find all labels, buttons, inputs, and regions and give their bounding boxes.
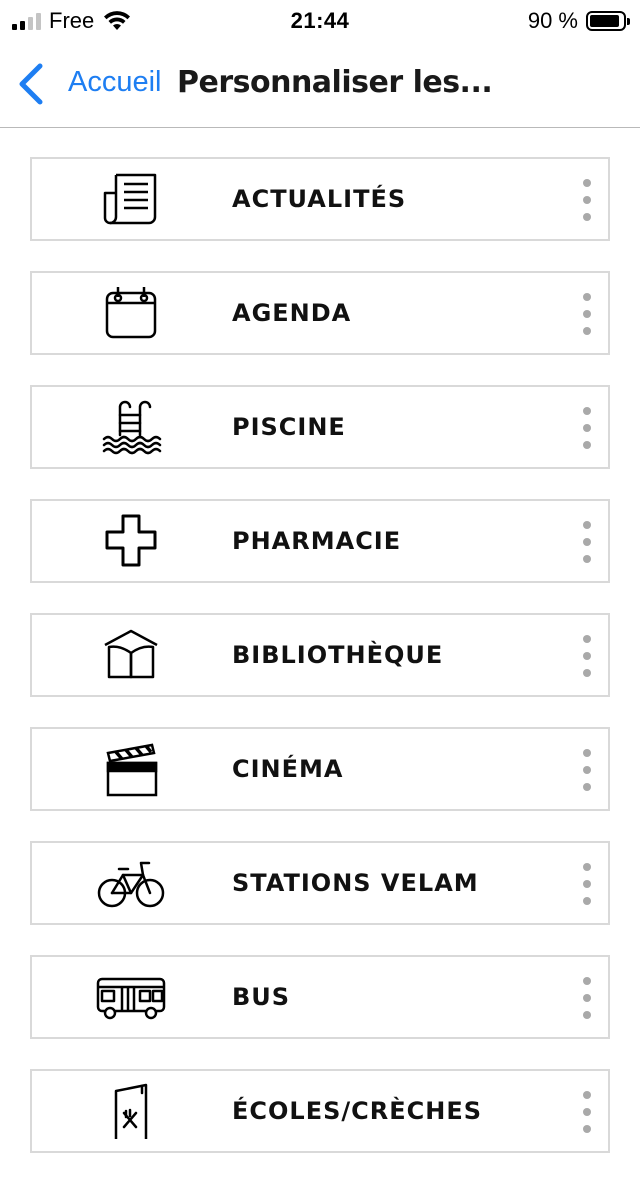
more-options-icon[interactable] xyxy=(576,521,598,563)
more-options-icon[interactable] xyxy=(576,635,598,677)
page-title: Personnaliser les... xyxy=(177,65,493,100)
list-item-label: ÉCOLES/CRÈCHES xyxy=(232,1097,483,1125)
library-book-icon xyxy=(96,627,166,683)
list-item-ecoles-creches[interactable]: ÉCOLES/CRÈCHES xyxy=(30,1069,610,1153)
navigation-bar: Accueil Personnaliser les... xyxy=(0,40,640,128)
list-item-bus[interactable]: BUS xyxy=(30,955,610,1039)
battery-icon xyxy=(586,11,630,31)
more-options-icon[interactable] xyxy=(576,179,598,221)
more-options-icon[interactable] xyxy=(576,407,598,449)
list-item-label: PISCINE xyxy=(232,413,346,441)
more-options-icon[interactable] xyxy=(576,749,598,791)
bicycle-icon xyxy=(96,855,166,911)
list-item-label: ACTUALITÉS xyxy=(232,185,407,213)
list-item-label: BIBLIOTHÈQUE xyxy=(232,641,444,669)
clapperboard-icon xyxy=(96,741,166,797)
list-item-stations-velam[interactable]: STATIONS VELAM xyxy=(30,841,610,925)
status-right: 90 % xyxy=(527,8,630,34)
more-options-icon[interactable] xyxy=(576,293,598,335)
list-item-label: STATIONS VELAM xyxy=(232,869,479,897)
list-item-cinema[interactable]: CINÉMA xyxy=(30,727,610,811)
more-options-icon[interactable] xyxy=(576,863,598,905)
school-menu-icon xyxy=(96,1083,166,1139)
list-item-label: AGENDA xyxy=(232,299,352,327)
battery-percentage: 90 % xyxy=(527,8,578,33)
bus-icon xyxy=(96,969,166,1025)
list-item-label: BUS xyxy=(232,983,291,1011)
list-item-bibliotheque[interactable]: BIBLIOTHÈQUE xyxy=(30,613,610,697)
list-item-actualites[interactable]: ACTUALITÉS xyxy=(30,157,610,241)
newspaper-icon xyxy=(96,171,166,227)
more-options-icon[interactable] xyxy=(576,977,598,1019)
list-item-agenda[interactable]: AGENDA xyxy=(30,271,610,355)
pharmacy-cross-icon xyxy=(96,513,166,569)
calendar-icon xyxy=(96,285,166,341)
pool-icon xyxy=(96,399,166,455)
list-item-label: CINÉMA xyxy=(232,755,344,783)
status-bar: Free 21:44 90 % xyxy=(0,0,640,40)
category-list: ACTUALITÉS AGENDA PISCINE PHARMACIE BIBL… xyxy=(30,157,610,1183)
back-chevron-icon[interactable] xyxy=(14,62,48,106)
list-item-label: PHARMACIE xyxy=(232,527,402,555)
list-item-pharmacie[interactable]: PHARMACIE xyxy=(30,499,610,583)
back-button[interactable]: Accueil xyxy=(68,66,162,99)
more-options-icon[interactable] xyxy=(576,1091,598,1133)
list-item-piscine[interactable]: PISCINE xyxy=(30,385,610,469)
